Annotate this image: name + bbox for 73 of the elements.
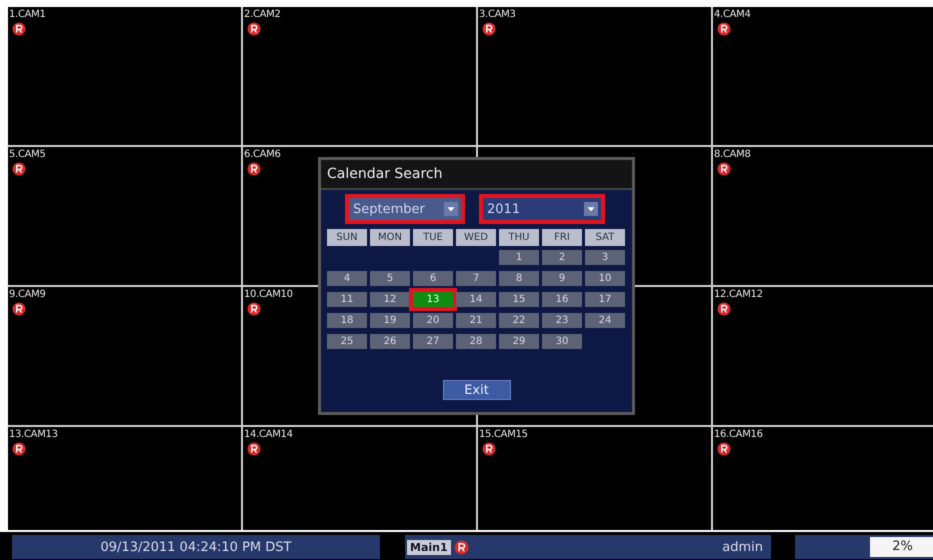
user-name: admin bbox=[722, 540, 763, 554]
day-cell[interactable]: 25 bbox=[327, 334, 367, 349]
weekday-header: TUE bbox=[413, 229, 453, 246]
day-cell[interactable]: 15 bbox=[499, 292, 539, 307]
day-cell[interactable]: 24 bbox=[585, 313, 625, 328]
day-cell[interactable]: 8 bbox=[499, 271, 539, 286]
camera-view[interactable]: 14.CAM14 bbox=[243, 427, 476, 530]
camera-label: 2.CAM2 bbox=[244, 9, 281, 20]
year-dropdown[interactable]: 2011 bbox=[483, 198, 601, 220]
camera-view[interactable]: 12.CAM12 bbox=[713, 287, 933, 425]
weekday-header: MON bbox=[370, 229, 410, 246]
camera-label: 5.CAM5 bbox=[9, 149, 46, 160]
caret-icon bbox=[584, 202, 598, 216]
weekday-header: THU bbox=[499, 229, 539, 246]
exit-button[interactable]: Exit bbox=[442, 380, 510, 400]
camera-label: 16.CAM16 bbox=[714, 429, 763, 440]
day-cell[interactable]: 3 bbox=[585, 250, 625, 265]
day-cell[interactable]: 7 bbox=[456, 271, 496, 286]
camera-label: 3.CAM3 bbox=[479, 9, 516, 20]
weekday-header: SAT bbox=[585, 229, 625, 246]
datetime-display: 09/13/2011 04:24:10 PM DST bbox=[12, 535, 380, 559]
dialog-title: Calendar Search bbox=[321, 160, 632, 190]
camera-label: 9.CAM9 bbox=[9, 289, 46, 300]
camera-view[interactable]: 3.CAM3 bbox=[478, 7, 711, 145]
day-cell[interactable]: 26 bbox=[370, 334, 410, 349]
day-cell[interactable]: 18 bbox=[327, 313, 367, 328]
day-cell[interactable]: 2 bbox=[542, 250, 582, 265]
camera-label: 6.CAM6 bbox=[244, 149, 281, 160]
day-cell[interactable]: 23 bbox=[542, 313, 582, 328]
day-cell[interactable]: 5 bbox=[370, 271, 410, 286]
day-cell[interactable]: 9 bbox=[542, 271, 582, 286]
day-cell[interactable]: 21 bbox=[456, 313, 496, 328]
day-cell[interactable]: 30 bbox=[542, 334, 582, 349]
camera-view[interactable]: 15.CAM15 bbox=[478, 427, 711, 530]
day-cell[interactable]: 6 bbox=[413, 271, 453, 286]
day-cell[interactable]: 17 bbox=[585, 292, 625, 307]
day-cell[interactable]: 22 bbox=[499, 313, 539, 328]
camera-label: 8.CAM8 bbox=[714, 149, 751, 160]
day-cell[interactable]: 27 bbox=[413, 334, 453, 349]
camera-label: 15.CAM15 bbox=[479, 429, 528, 440]
day-cell[interactable]: 11 bbox=[327, 292, 367, 307]
day-cell[interactable]: 20 bbox=[413, 313, 453, 328]
day-cell[interactable]: 19 bbox=[370, 313, 410, 328]
camera-view[interactable]: 8.CAM8 bbox=[713, 147, 933, 285]
weekday-header: SUN bbox=[327, 229, 367, 246]
camera-view[interactable]: 4.CAM4 bbox=[713, 7, 933, 145]
weekday-header: WED bbox=[456, 229, 496, 246]
day-cell[interactable]: 12 bbox=[370, 292, 410, 307]
camera-label: 13.CAM13 bbox=[9, 429, 58, 440]
camera-label: 14.CAM14 bbox=[244, 429, 293, 440]
day-cell[interactable]: 29 bbox=[499, 334, 539, 349]
camera-view[interactable]: 16.CAM16 bbox=[713, 427, 933, 530]
day-cell[interactable]: 16 bbox=[542, 292, 582, 307]
day-cell[interactable]: 1 bbox=[499, 250, 539, 265]
camera-label: 4.CAM4 bbox=[714, 9, 751, 20]
day-cell[interactable]: 4 bbox=[327, 271, 367, 286]
camera-view[interactable]: 13.CAM13 bbox=[8, 427, 241, 530]
camera-label: 10.CAM10 bbox=[244, 289, 293, 300]
day-cell[interactable]: 13 bbox=[413, 292, 453, 307]
day-cell[interactable]: 10 bbox=[585, 271, 625, 286]
day-cell[interactable]: 14 bbox=[456, 292, 496, 307]
day-cell[interactable]: 28 bbox=[456, 334, 496, 349]
month-dropdown[interactable]: September bbox=[349, 198, 461, 220]
disk-usage: 2% bbox=[870, 537, 933, 557]
camera-view[interactable]: 2.CAM2 bbox=[243, 7, 476, 145]
camera-label: 12.CAM12 bbox=[714, 289, 763, 300]
camera-label: 1.CAM1 bbox=[9, 9, 46, 20]
camera-view[interactable]: 1.CAM1 bbox=[8, 7, 241, 145]
caret-icon bbox=[444, 202, 458, 216]
camera-view[interactable]: 5.CAM5 bbox=[8, 147, 241, 285]
camera-view[interactable]: 9.CAM9 bbox=[8, 287, 241, 425]
view-badge[interactable]: Main1 bbox=[407, 540, 451, 554]
weekday-header: FRI bbox=[542, 229, 582, 246]
